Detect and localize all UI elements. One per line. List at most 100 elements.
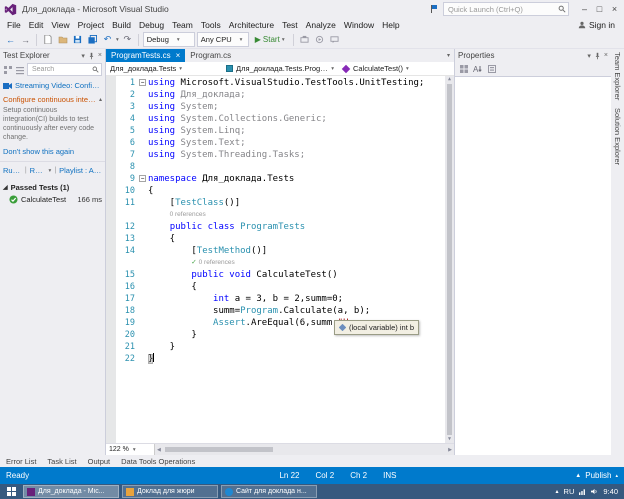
breakpoint-margin[interactable] — [106, 209, 116, 221]
menu-window[interactable]: Window — [340, 20, 378, 30]
start-debugging-button[interactable]: ▶ Start ▾ — [251, 35, 289, 44]
breakpoint-margin[interactable] — [106, 197, 116, 209]
close-tab-icon[interactable]: × — [176, 52, 181, 60]
scroll-down-icon[interactable]: ▼ — [448, 436, 451, 443]
editor-tab-programtests-cs[interactable]: ProgramTests.cs× — [106, 49, 185, 62]
menu-build[interactable]: Build — [108, 20, 135, 30]
bottom-tab-task-list[interactable]: Task List — [47, 457, 76, 466]
breakpoint-margin[interactable] — [106, 77, 116, 89]
run-tests-icon[interactable] — [3, 65, 13, 75]
comment-icon[interactable] — [328, 33, 341, 46]
bottom-tab-output[interactable]: Output — [88, 457, 111, 466]
taskbar-app-visual-studio[interactable]: Для_доклада - Mic... — [23, 485, 119, 498]
breakpoint-margin[interactable] — [106, 137, 116, 149]
scroll-right-icon[interactable]: ▶ — [446, 447, 454, 453]
pin-icon[interactable] — [88, 52, 95, 60]
side-tab-team-explorer[interactable]: Team Explorer — [613, 52, 622, 100]
close-button[interactable]: × — [607, 2, 622, 16]
window-position-icon[interactable]: ▾ — [81, 52, 85, 60]
navigate-back-icon[interactable]: ← — [4, 33, 17, 46]
properties-grid[interactable] — [455, 76, 611, 455]
breakpoint-margin[interactable] — [106, 233, 116, 245]
breakpoint-margin[interactable] — [106, 317, 116, 329]
tab-overflow-icon[interactable]: ▾ — [447, 49, 454, 62]
close-panel-icon[interactable]: × — [604, 52, 608, 59]
group-by-icon[interactable] — [15, 65, 25, 75]
network-icon[interactable] — [579, 488, 586, 495]
test-search-box[interactable] — [27, 63, 102, 76]
breakpoint-margin[interactable] — [106, 341, 116, 353]
horizontal-scrollbar[interactable]: ◀ ▶ — [155, 444, 454, 455]
save-icon[interactable] — [71, 33, 84, 46]
run-all-link[interactable]: Run All — [3, 166, 22, 175]
codelens-references[interactable]: 0 references — [199, 257, 235, 269]
collapse-region-icon[interactable]: − — [139, 175, 146, 182]
bottom-tab-error-list[interactable]: Error List — [6, 457, 36, 466]
collapse-up-icon[interactable]: ▴ — [99, 96, 102, 103]
publish-button[interactable]: ▲ Publish ▴ — [575, 471, 618, 480]
breakpoint-margin[interactable] — [106, 161, 116, 173]
new-file-icon[interactable] — [41, 33, 54, 46]
dismiss-link[interactable]: Don't show this again — [3, 147, 74, 156]
menu-help[interactable]: Help — [378, 20, 403, 30]
categorized-icon[interactable] — [459, 64, 469, 74]
breakpoint-margin[interactable] — [106, 113, 116, 125]
codelens-references[interactable]: 0 references — [170, 209, 206, 221]
menu-file[interactable]: File — [3, 20, 25, 30]
step-icon[interactable] — [313, 33, 326, 46]
open-file-icon[interactable] — [56, 33, 69, 46]
solution-platforms-dropdown[interactable]: Any CPU ▾ — [197, 32, 249, 47]
menu-architecture[interactable]: Architecture — [225, 20, 278, 30]
code-editor[interactable]: 1−using Microsoft.VisualStudio.TestTools… — [106, 76, 454, 443]
navbar-dropdown-0[interactable]: Для_доклада.Tests▾ — [106, 64, 222, 73]
window-position-icon[interactable]: ▾ — [587, 52, 591, 60]
pin-icon[interactable] — [594, 52, 601, 60]
language-indicator[interactable]: RU — [564, 487, 575, 496]
breakpoint-margin[interactable] — [106, 185, 116, 197]
bottom-tab-data-tools-operations[interactable]: Data Tools Operations — [121, 457, 195, 466]
undo-icon[interactable]: ↶ — [101, 33, 114, 46]
breakpoint-margin[interactable] — [106, 305, 116, 317]
menu-test[interactable]: Test — [278, 20, 302, 30]
vertical-scrollbar[interactable]: ▲ ▼ — [445, 76, 454, 443]
breakpoint-margin[interactable] — [106, 173, 116, 185]
property-pages-icon[interactable] — [487, 64, 497, 74]
undo-dropdown-icon[interactable]: ▾ — [116, 37, 119, 43]
breakpoint-margin[interactable] — [106, 101, 116, 113]
quick-launch-input[interactable] — [446, 4, 558, 15]
menu-debug[interactable]: Debug — [135, 20, 168, 30]
minimize-button[interactable]: – — [577, 2, 592, 16]
taskbar-app-folder[interactable]: Доклад для жюри — [122, 485, 218, 498]
navbar-dropdown-2[interactable]: CalculateTest()▾ — [338, 64, 454, 73]
sign-in-button[interactable]: Sign in — [578, 20, 621, 30]
properties-header[interactable]: Properties ▾ × — [455, 49, 611, 62]
volume-icon[interactable] — [591, 488, 598, 495]
build-icon[interactable] — [298, 33, 311, 46]
run-link[interactable]: Run... — [30, 166, 46, 175]
playlist-link[interactable]: Playlist : All Te... — [59, 166, 102, 175]
menu-tools[interactable]: Tools — [197, 20, 225, 30]
menu-project[interactable]: Project — [74, 20, 108, 30]
quick-launch-box[interactable] — [443, 2, 569, 16]
test-explorer-header[interactable]: Test Explorer ▾ × — [0, 49, 105, 62]
save-all-icon[interactable] — [86, 33, 99, 46]
breakpoint-margin[interactable] — [106, 329, 116, 341]
test-search-input[interactable] — [30, 65, 92, 74]
breakpoint-margin[interactable] — [106, 149, 116, 161]
test-result-item[interactable]: CalculateTest 166 ms — [0, 194, 105, 205]
breakpoint-margin[interactable] — [106, 281, 116, 293]
redo-icon[interactable]: ↷ — [121, 33, 134, 46]
navbar-dropdown-1[interactable]: Для_доклада.Tests.ProgramTests▾ — [222, 64, 338, 73]
streaming-video-link[interactable]: Streaming Video: Configure co — [15, 81, 102, 90]
side-tab-solution-explorer[interactable]: Solution Explorer — [613, 108, 622, 165]
breakpoint-margin[interactable] — [106, 125, 116, 137]
collapse-region-icon[interactable]: − — [139, 79, 146, 86]
menu-edit[interactable]: Edit — [25, 20, 48, 30]
breakpoint-margin[interactable] — [106, 353, 116, 365]
close-panel-icon[interactable]: × — [98, 52, 102, 59]
vertical-scrollbar-thumb[interactable] — [447, 84, 452, 435]
taskbar-app-internet-explorer[interactable]: Сайт для доклада н... — [221, 485, 317, 498]
menu-team[interactable]: Team — [168, 20, 197, 30]
breakpoint-margin[interactable] — [106, 221, 116, 233]
show-hidden-icons-button[interactable]: ▴ — [556, 488, 559, 495]
